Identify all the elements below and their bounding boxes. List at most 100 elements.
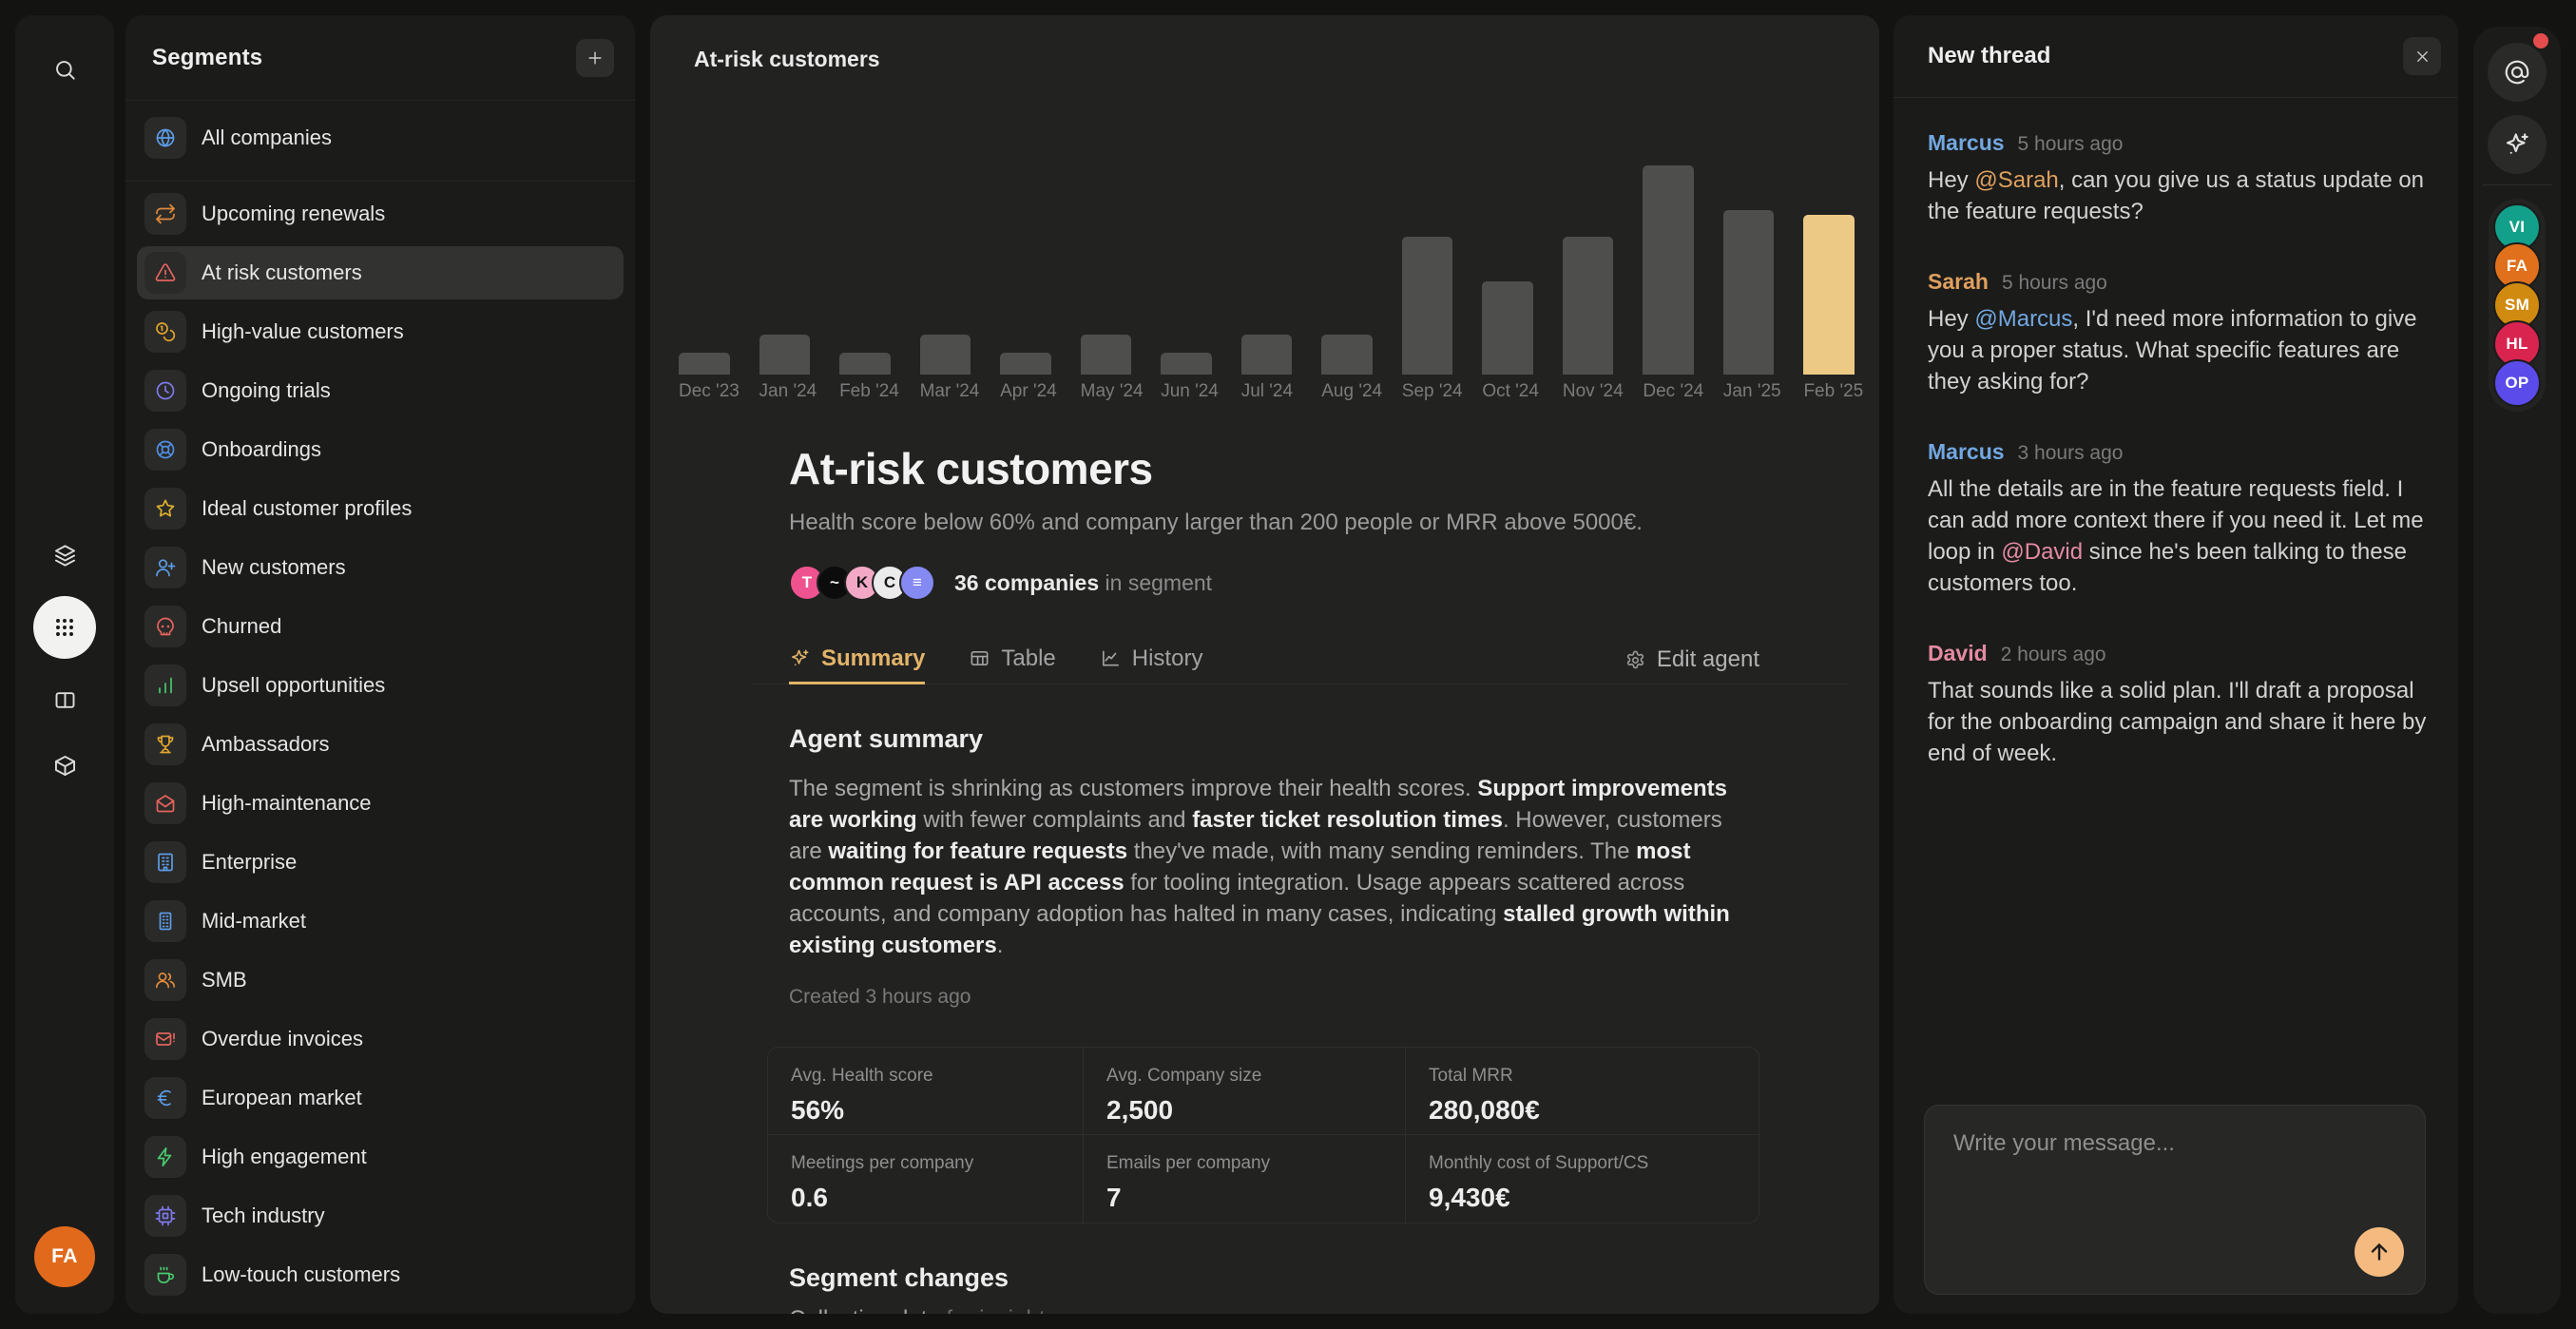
sidebar-item-label: Ongoing trials [202,378,331,403]
chart-slot: Oct '24 [1482,103,1533,409]
chart-x-label: Dec '24 [1643,375,1694,409]
building2-icon [144,900,186,942]
message-input[interactable] [1925,1106,2425,1294]
chart-bar[interactable] [1321,335,1373,375]
coins-icon [144,311,186,353]
rail-nav-group [33,530,96,790]
sidebar-item-low-touch-customers[interactable]: Low-touch customers [137,1248,624,1301]
sidebar-item-label: Upcoming renewals [202,202,385,226]
ai-sparkles-button[interactable] [2488,115,2547,174]
mentions-button[interactable] [2488,43,2547,102]
sidebar-item-tech-industry[interactable]: Tech industry [137,1189,624,1242]
companies-count-suffix: in segment [1099,570,1212,595]
stats-grid: Avg. Health score56%Avg. Company size2,5… [767,1047,1759,1223]
chart-bar[interactable] [1803,215,1855,375]
sidebar-item-high-maintenance[interactable]: High-maintenance [137,777,624,830]
chart-bar[interactable] [839,353,891,375]
chart-bar[interactable] [1482,281,1533,375]
sidebar-item-enterprise[interactable]: Enterprise [137,836,624,889]
sidebar-item-at-risk-customers[interactable]: At risk customers [137,246,624,299]
segments-title: Segments [152,45,262,71]
stat-value: 0.6 [791,1183,1083,1213]
stat-cell: Total MRR280,080€ [1406,1048,1759,1135]
sidebar-item-new-customers[interactable]: New customers [137,541,624,594]
edit-agent-button[interactable]: Edit agent [1624,646,1759,673]
sidebar-item-upcoming-renewals[interactable]: Upcoming renewals [137,187,624,241]
add-segment-button[interactable] [576,39,614,77]
sidebar-item-label: High engagement [202,1145,367,1169]
sidebar-item-smb[interactable]: SMB [137,953,624,1007]
sidebar-item-churned[interactable]: Churned [137,600,624,653]
chart-bar[interactable] [920,335,971,375]
sidebar-item-label: Overdue invoices [202,1027,363,1051]
rail-divider [2483,184,2551,185]
chart-bar[interactable] [759,335,811,375]
chart-bar[interactable] [1643,165,1694,375]
chart-bar[interactable] [1241,335,1293,375]
sidebar-item-all-companies[interactable]: All companies [137,111,624,164]
tab-summary[interactable]: Summary [789,635,925,684]
chat-message: Marcus5 hours agoHey @Sarah, can you giv… [1928,130,2428,227]
tab-label: Table [1001,645,1055,672]
apps-grid-button-active[interactable] [33,596,96,659]
columns-button[interactable] [40,675,89,724]
close-icon [2413,48,2432,66]
sidebar-item-european-market[interactable]: European market [137,1071,624,1125]
repeat-icon [144,193,186,235]
layers-button[interactable] [40,530,89,580]
search-button[interactable] [40,45,89,94]
sidebar-item-high-engagement[interactable]: High engagement [137,1130,624,1184]
chart-bar[interactable] [1563,237,1614,375]
sidebar-item-ideal-customer-profiles[interactable]: Ideal customer profiles [137,482,624,535]
stat-label: Meetings per company [791,1153,1083,1174]
arrow-up-icon [2367,1240,2392,1264]
message-composer [1924,1105,2426,1295]
send-button[interactable] [2355,1227,2404,1277]
tab-history[interactable]: History [1100,635,1203,684]
skull-icon [144,606,186,647]
star-icon [144,488,186,530]
chart-bar[interactable] [1402,237,1453,375]
chart-bar[interactable] [1723,210,1775,375]
sidebar-item-label: At risk customers [202,260,362,285]
chart-bar[interactable] [1000,353,1051,375]
left-icon-rail: FA [15,15,114,1314]
chart-x-label: Feb '25 [1803,375,1855,409]
chart-bar[interactable] [1081,335,1132,375]
user-avatar[interactable]: FA [34,1226,95,1287]
sidebar-item-ongoing-trials[interactable]: Ongoing trials [137,364,624,417]
mention-link[interactable]: @Marcus [1974,306,2072,332]
message-header: Marcus3 hours ago [1928,439,2428,465]
box-button[interactable] [40,741,89,790]
message-text: Hey [1928,306,1974,332]
stat-value: 9,430€ [1429,1183,1759,1213]
chart-x-label: Sep '24 [1402,375,1453,409]
chart-bar[interactable] [1161,353,1212,375]
chart-x-label: Mar '24 [920,375,971,409]
sidebar-item-overdue-invoices[interactable]: Overdue invoices [137,1012,624,1066]
mention-link[interactable]: @David [2001,539,2083,565]
mention-link[interactable]: @Sarah [1974,167,2058,193]
message-author: Sarah [1928,269,1989,295]
table-icon [969,647,990,669]
chart-x-label: Jul '24 [1241,375,1293,409]
tab-table[interactable]: Table [969,635,1055,684]
chart-x-label: Jun '24 [1161,375,1212,409]
tab-label: Summary [821,645,925,672]
chart-slot: Apr '24 [1000,103,1051,409]
segments-header: Segments [125,15,635,101]
message-body: All the details are in the feature reque… [1928,473,2428,599]
stat-value: 2,500 [1106,1095,1405,1126]
chart-slot: Feb '24 [839,103,891,409]
chart-slot: Jul '24 [1241,103,1293,409]
sidebar-item-high-value-customers[interactable]: High-value customers [137,305,624,358]
sidebar-item-upsell-opportunities[interactable]: Upsell opportunities [137,659,624,712]
chart-bar[interactable] [679,353,730,375]
sidebar-item-mid-market[interactable]: Mid-market [137,895,624,948]
teammate-avatar-op[interactable]: OP [2493,359,2541,407]
sidebar-item-ambassadors[interactable]: Ambassadors [137,718,624,771]
close-thread-button[interactable] [2403,37,2441,75]
stat-cell: Meetings per company 0.6 [768,1135,1084,1223]
chat-message: David2 hours agoThat sounds like a solid… [1928,641,2428,769]
sidebar-item-onboardings[interactable]: Onboardings [137,423,624,476]
